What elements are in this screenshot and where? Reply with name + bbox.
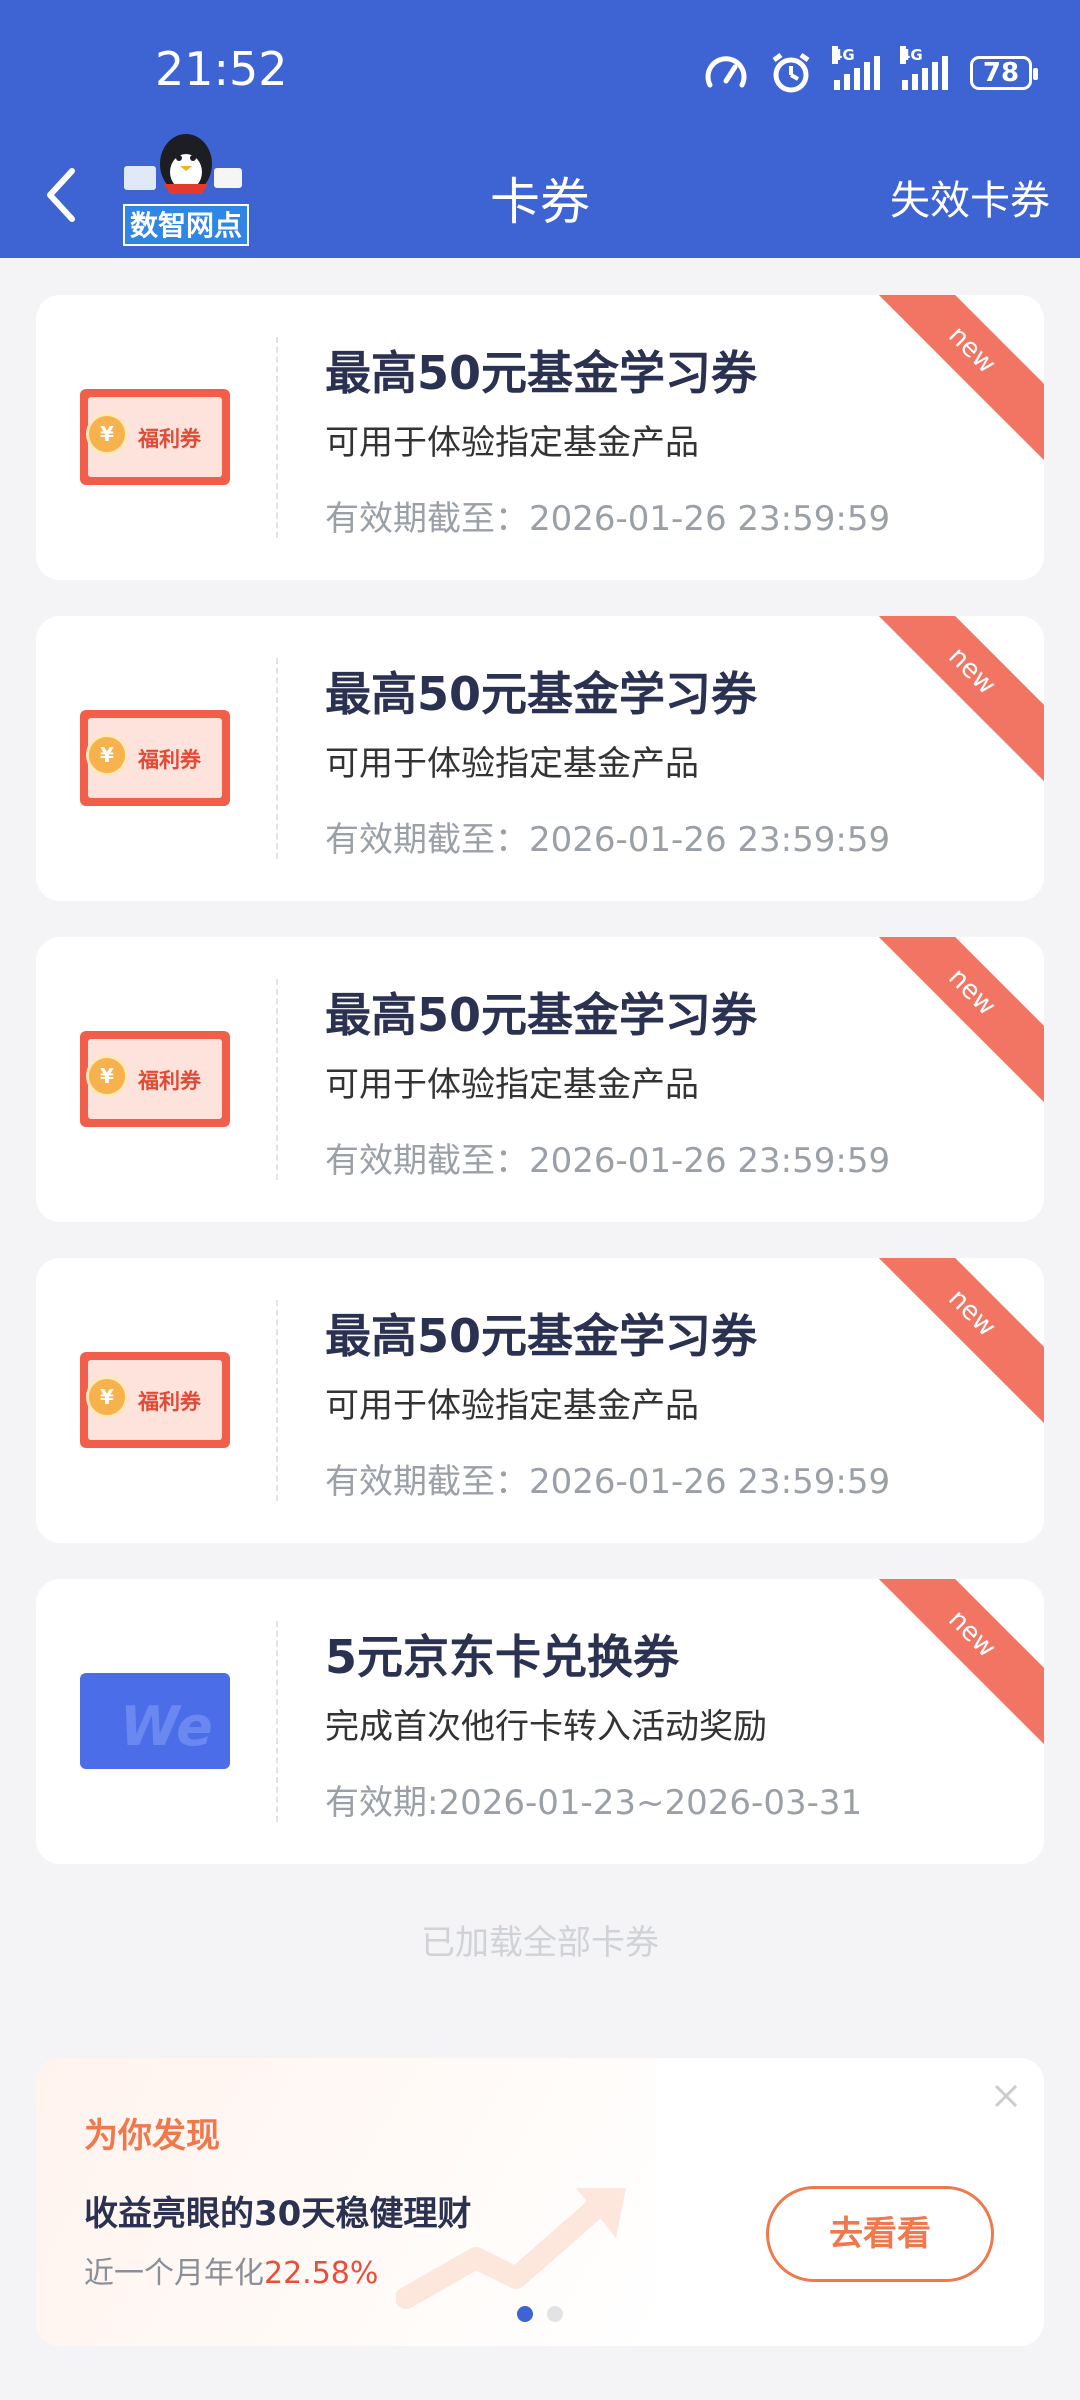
coin-icon: ¥ <box>86 413 128 455</box>
coupon-card[interactable]: ¥ 福利券 最高50元基金学习券 可用于体验指定基金产品 有效期截至：2026-… <box>36 937 1044 1222</box>
coupon-expiry: 有效期截至：2026-01-26 23:59:59 <box>325 820 891 860</box>
speed-icon <box>705 56 747 88</box>
promo-title: 收益亮眼的30天稳健理财 <box>84 2194 472 2234</box>
signal-icon-2: 4G <box>900 46 948 90</box>
battery-icon: 78 <box>970 56 1038 90</box>
coupon-card[interactable]: ¥ 福利券 最高50元基金学习券 可用于体验指定基金产品 有效期截至：2026-… <box>36 1258 1044 1543</box>
divider <box>276 1300 278 1501</box>
coupon-title: 最高50元基金学习券 <box>325 988 758 1042</box>
carousel-dots <box>36 2306 1044 2322</box>
coupon-expiry: 有效期:2026-01-23~2026-03-31 <box>325 1783 863 1823</box>
promo-sub-prefix: 近一个月年化 <box>84 2256 264 2291</box>
welfare-coupon-icon: ¥ 福利券 <box>80 389 230 485</box>
thumb-label: 福利券 <box>138 427 201 451</box>
new-badge: new <box>860 1579 1044 1746</box>
coupon-desc: 可用于体验指定基金产品 <box>325 744 699 784</box>
jd-card-coupon-icon: We <box>80 1673 230 1769</box>
coin-icon: ¥ <box>86 1376 128 1418</box>
welfare-coupon-icon: ¥ 福利券 <box>80 1031 230 1127</box>
top-bar: 21:52 4G 4G 78 数智网点 卡券 失效卡券 <box>0 0 1080 258</box>
coupon-expiry: 有效期截至：2026-01-26 23:59:59 <box>325 499 891 539</box>
coupon-expiry: 有效期截至：2026-01-26 23:59:59 <box>325 1141 891 1181</box>
thumb-label: 福利券 <box>138 748 201 772</box>
thumb-label: We <box>120 1695 213 1758</box>
promo-label: 为你发现 <box>84 2116 220 2156</box>
status-icons: 4G 4G 78 <box>704 46 1038 96</box>
signal-icon-1: 4G <box>832 46 880 90</box>
alarm-icon <box>772 52 810 93</box>
divider <box>276 1621 278 1822</box>
divider <box>276 337 278 538</box>
coupon-card[interactable]: ¥ 福利券 最高50元基金学习券 可用于体验指定基金产品 有效期截至：2026-… <box>36 616 1044 901</box>
close-icon[interactable] <box>986 2076 1026 2116</box>
coin-icon: ¥ <box>86 1055 128 1097</box>
expired-coupons-link[interactable]: 失效卡券 <box>890 168 1050 226</box>
promo-card[interactable]: 为你发现 收益亮眼的30天稳健理财 近一个月年化22.58% 去看看 <box>36 2058 1044 2346</box>
coupon-desc: 完成首次他行卡转入活动奖励 <box>325 1707 767 1747</box>
welfare-coupon-icon: ¥ 福利券 <box>80 710 230 806</box>
coupon-title: 最高50元基金学习券 <box>325 346 758 400</box>
promo-rate: 22.58% <box>264 2256 379 2291</box>
coupon-expiry: 有效期截至：2026-01-26 23:59:59 <box>325 1462 891 1502</box>
loaded-all-text: 已加载全部卡券 <box>421 1923 659 1963</box>
view-button[interactable]: 去看看 <box>766 2186 994 2282</box>
carousel-dot-active[interactable] <box>517 2306 533 2322</box>
new-badge: new <box>860 1258 1044 1425</box>
new-badge: new <box>860 616 1044 783</box>
divider <box>276 979 278 1180</box>
coupon-desc: 可用于体验指定基金产品 <box>325 1386 699 1426</box>
status-time: 21:52 <box>155 42 288 96</box>
coupon-title: 5元京东卡兑换券 <box>325 1630 680 1684</box>
coupon-desc: 可用于体验指定基金产品 <box>325 1065 699 1105</box>
coupon-title: 最高50元基金学习券 <box>325 1309 758 1363</box>
coupon-desc: 可用于体验指定基金产品 <box>325 423 699 463</box>
coupon-card[interactable]: We 5元京东卡兑换券 完成首次他行卡转入活动奖励 有效期:2026-01-23… <box>36 1579 1044 1864</box>
thumb-label: 福利券 <box>138 1069 201 1093</box>
coin-icon: ¥ <box>86 734 128 776</box>
thumb-label: 福利券 <box>138 1390 201 1414</box>
welfare-coupon-icon: ¥ 福利券 <box>80 1352 230 1448</box>
promo-subtitle: 近一个月年化22.58% <box>84 2248 378 2292</box>
new-badge: new <box>860 937 1044 1104</box>
coupon-title: 最高50元基金学习券 <box>325 667 758 721</box>
trend-arrow-icon <box>396 2188 626 2309</box>
coupon-card[interactable]: ¥ 福利券 最高50元基金学习券 可用于体验指定基金产品 有效期截至：2026-… <box>36 295 1044 580</box>
divider <box>276 658 278 859</box>
new-badge: new <box>860 295 1044 462</box>
carousel-dot[interactable] <box>547 2306 563 2322</box>
